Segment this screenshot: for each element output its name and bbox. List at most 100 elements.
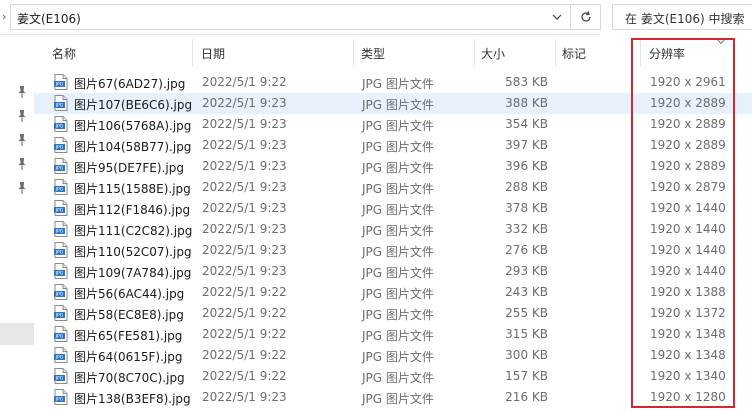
address-path-box[interactable]: 姜文(E106) <box>10 4 570 30</box>
svg-text:JPG: JPG <box>55 208 64 214</box>
file-size: 332 KB <box>505 222 548 236</box>
file-name[interactable]: 图片111(C2C82).jpg <box>74 222 192 239</box>
file-resolution: 1920 x 2889 <box>650 117 726 131</box>
file-row[interactable]: JPG 图片65(FE581).jpg 2022/5/1 9:22 JPG 图片… <box>34 324 752 345</box>
column-divider[interactable] <box>640 39 641 67</box>
pin-icon[interactable] <box>17 157 27 171</box>
file-resolution: 1920 x 1440 <box>650 243 726 257</box>
svg-text:JPG: JPG <box>55 292 64 298</box>
file-row[interactable]: JPG 图片56(6AC44).jpg 2022/5/1 9:22 JPG 图片… <box>34 282 752 303</box>
file-name[interactable]: 图片56(6AC44).jpg <box>74 285 184 302</box>
file-size: 216 KB <box>505 390 548 404</box>
sort-descending-icon <box>717 39 725 44</box>
file-resolution: 1920 x 2889 <box>650 96 726 110</box>
file-name[interactable]: 图片67(6AD27).jpg <box>74 75 185 92</box>
file-date: 2022/5/1 9:23 <box>202 117 287 131</box>
file-resolution: 1920 x 1348 <box>650 327 726 341</box>
file-row[interactable]: JPG 图片111(C2C82).jpg 2022/5/1 9:23 JPG 图… <box>34 219 752 240</box>
search-box[interactable]: 在 姜文(E106) 中搜索 <box>612 4 752 30</box>
file-row[interactable]: JPG 图片110(52C07).jpg 2022/5/1 9:23 JPG 图… <box>34 240 752 261</box>
file-name[interactable]: 图片138(B3EF8).jpg <box>74 390 191 407</box>
file-date: 2022/5/1 9:23 <box>202 222 287 236</box>
file-row[interactable]: JPG 图片67(6AD27).jpg 2022/5/1 9:22 JPG 图片… <box>34 72 752 93</box>
file-name[interactable]: 图片58(EC8E8).jpg <box>74 306 184 323</box>
file-size: 243 KB <box>505 285 548 299</box>
file-name[interactable]: 图片64(0615F).jpg <box>74 348 182 365</box>
file-row[interactable]: JPG 图片138(B3EF8).jpg 2022/5/1 9:23 JPG 图… <box>34 387 752 408</box>
address-path-text[interactable]: 姜文(E106) <box>17 10 81 27</box>
file-name[interactable]: 图片65(FE581).jpg <box>74 327 182 344</box>
file-size: 276 KB <box>505 243 548 257</box>
file-row[interactable]: JPG 图片107(BE6C6).jpg 2022/5/1 9:23 JPG 图… <box>34 93 752 114</box>
svg-text:JPG: JPG <box>55 271 64 277</box>
refresh-button[interactable] <box>571 4 601 30</box>
column-header-size[interactable]: 大小 <box>481 45 505 62</box>
file-name[interactable]: 图片110(52C07).jpg <box>74 243 192 260</box>
pin-icon[interactable] <box>17 181 27 195</box>
file-name[interactable]: 图片70(8C70C).jpg <box>74 369 185 386</box>
file-type: JPG 图片文件 <box>362 224 434 238</box>
chevron-down-icon <box>552 14 561 20</box>
pin-icon[interactable] <box>17 85 27 99</box>
file-row[interactable]: JPG 图片104(58B77).jpg 2022/5/1 9:23 JPG 图… <box>34 135 752 156</box>
file-size: 288 KB <box>505 180 548 194</box>
file-type: JPG 图片文件 <box>362 308 434 322</box>
jpg-file-icon: JPG <box>54 95 68 111</box>
file-type: JPG 图片文件 <box>362 119 434 133</box>
file-date: 2022/5/1 9:23 <box>202 138 287 152</box>
file-type: JPG 图片文件 <box>362 245 434 259</box>
file-name[interactable]: 图片104(58B77).jpg <box>74 138 191 155</box>
file-row[interactable]: JPG 图片115(1588E).jpg 2022/5/1 9:23 JPG 图… <box>34 177 752 198</box>
column-header-resolution[interactable]: 分辨率 <box>649 45 685 62</box>
svg-text:JPG: JPG <box>55 313 64 319</box>
jpg-file-icon: JPG <box>54 74 68 90</box>
svg-text:JPG: JPG <box>55 250 64 256</box>
file-type: JPG 图片文件 <box>362 371 434 385</box>
file-name[interactable]: 图片112(F1846).jpg <box>74 201 190 218</box>
file-name[interactable]: 图片109(7A784).jpg <box>74 264 191 281</box>
chevron-right-icon[interactable]: › <box>2 10 10 24</box>
pin-icon[interactable] <box>17 109 27 123</box>
file-name[interactable]: 图片115(1588E).jpg <box>74 180 191 197</box>
file-type: JPG 图片文件 <box>362 287 434 301</box>
file-row[interactable]: JPG 图片95(DE7FE).jpg 2022/5/1 9:23 JPG 图片… <box>34 156 752 177</box>
column-header-date[interactable]: 日期 <box>201 45 225 62</box>
jpg-file-icon: JPG <box>54 347 68 363</box>
column-divider[interactable] <box>474 39 475 67</box>
column-divider[interactable] <box>555 39 556 67</box>
file-date: 2022/5/1 9:22 <box>202 327 287 341</box>
column-divider[interactable] <box>192 39 193 67</box>
file-row[interactable]: JPG 图片70(8C70C).jpg 2022/5/1 9:22 JPG 图片… <box>34 366 752 387</box>
file-date: 2022/5/1 9:23 <box>202 243 287 257</box>
file-row[interactable]: JPG 图片58(EC8E8).jpg 2022/5/1 9:22 JPG 图片… <box>34 303 752 324</box>
pin-icon[interactable] <box>17 133 27 147</box>
file-date: 2022/5/1 9:22 <box>202 306 287 320</box>
file-type: JPG 图片文件 <box>362 266 434 280</box>
jpg-file-icon: JPG <box>54 305 68 321</box>
address-history-dropdown[interactable] <box>543 4 571 30</box>
file-name[interactable]: 图片106(5768A).jpg <box>74 117 191 134</box>
file-size: 300 KB <box>505 348 548 362</box>
jpg-file-icon: JPG <box>54 116 68 132</box>
file-resolution: 1920 x 1340 <box>650 369 726 383</box>
svg-text:JPG: JPG <box>55 355 64 361</box>
file-resolution: 1920 x 1388 <box>650 285 726 299</box>
file-date: 2022/5/1 9:23 <box>202 264 287 278</box>
file-resolution: 1920 x 2961 <box>650 75 726 89</box>
file-name[interactable]: 图片107(BE6C6).jpg <box>74 96 192 113</box>
column-header-tags[interactable]: 标记 <box>562 45 586 62</box>
nav-selected-item[interactable] <box>0 323 34 345</box>
file-row[interactable]: JPG 图片109(7A784).jpg 2022/5/1 9:23 JPG 图… <box>34 261 752 282</box>
file-row[interactable]: JPG 图片112(F1846).jpg 2022/5/1 9:23 JPG 图… <box>34 198 752 219</box>
column-header-name[interactable]: 名称 <box>52 45 76 62</box>
file-name[interactable]: 图片95(DE7FE).jpg <box>74 159 184 176</box>
column-divider[interactable] <box>353 39 354 67</box>
search-placeholder[interactable]: 在 姜文(E106) 中搜索 <box>625 10 744 27</box>
file-size: 157 KB <box>505 369 548 383</box>
file-row[interactable]: JPG 图片64(0615F).jpg 2022/5/1 9:22 JPG 图片… <box>34 345 752 366</box>
file-type: JPG 图片文件 <box>362 350 434 364</box>
file-type: JPG 图片文件 <box>362 182 434 196</box>
column-header-type[interactable]: 类型 <box>361 45 385 62</box>
svg-text:JPG: JPG <box>55 397 64 403</box>
file-row[interactable]: JPG 图片106(5768A).jpg 2022/5/1 9:23 JPG 图… <box>34 114 752 135</box>
